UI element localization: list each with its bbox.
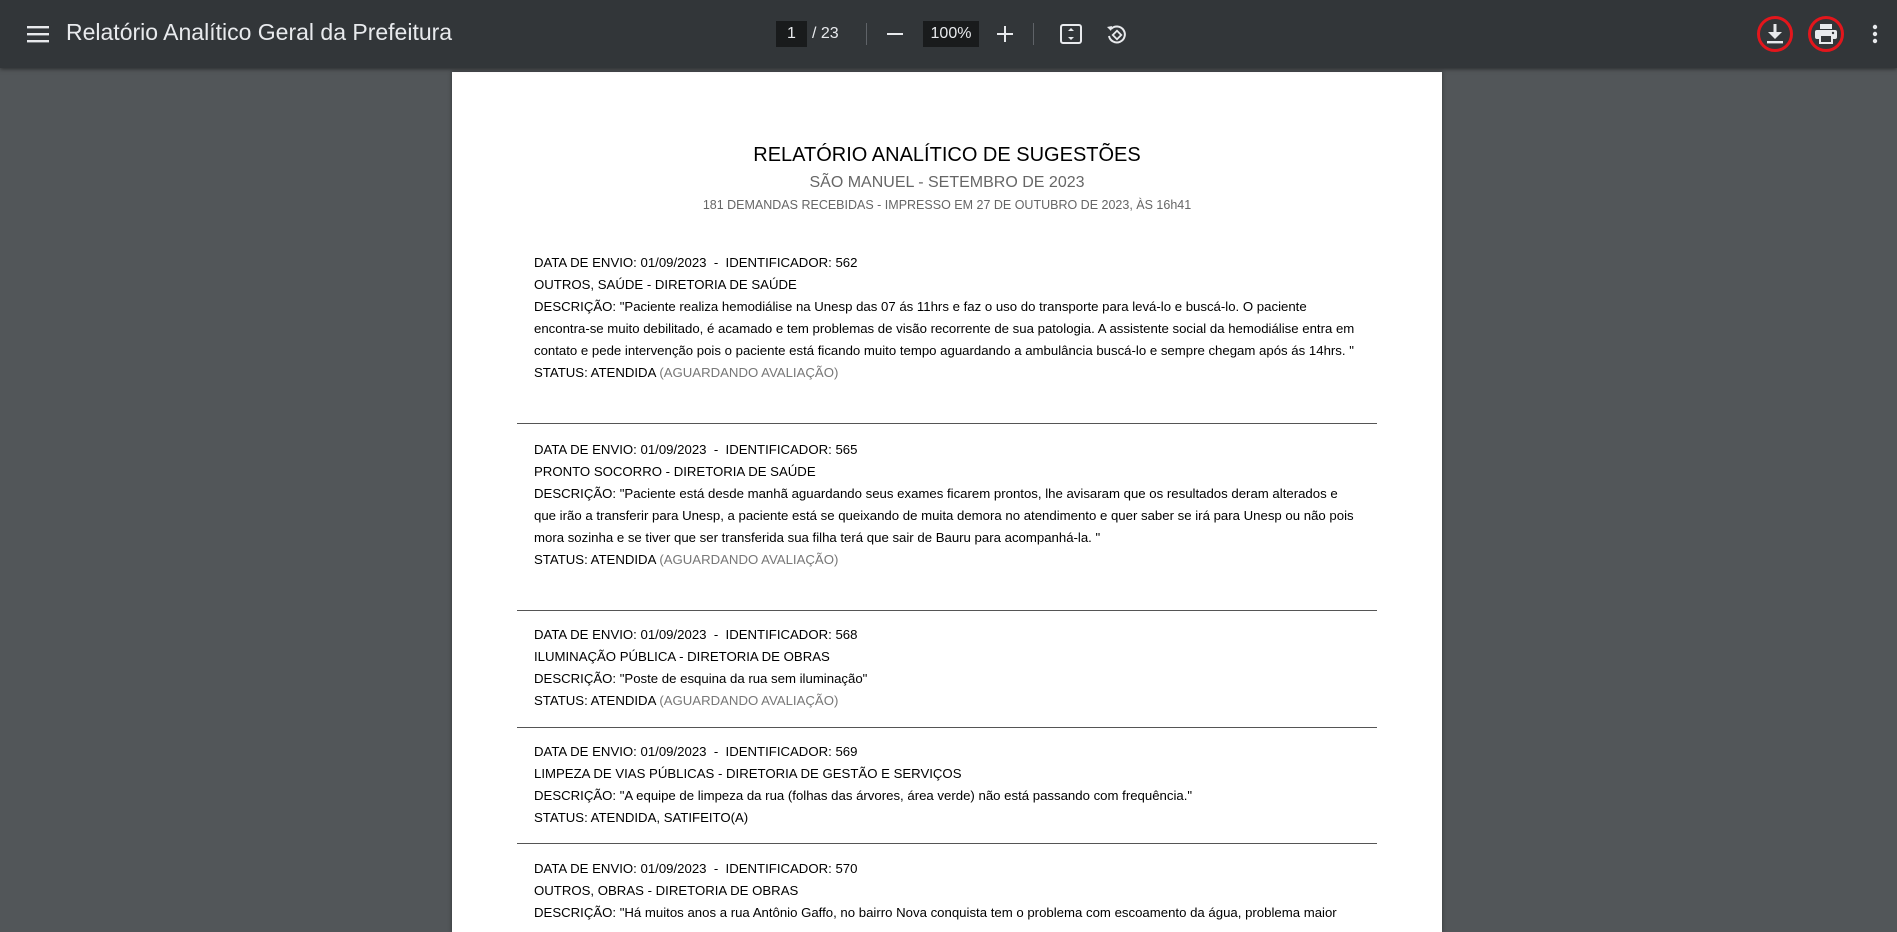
pdf-page: RELATÓRIO ANALÍTICO DE SUGESTÕES SÃO MAN…: [452, 72, 1442, 932]
entry-status-text: STATUS: ATENDIDA: [534, 552, 656, 567]
toolbar-divider: [866, 23, 867, 45]
toolbar-divider: [1033, 23, 1034, 45]
more-options-button[interactable]: [1859, 18, 1891, 50]
page-number-input[interactable]: 1: [776, 21, 807, 47]
entry-status: STATUS: ATENDIDA (AGUARDANDO AVALIAÇÃO): [534, 362, 1360, 384]
entry-description: DESCRIÇÃO: "Paciente realiza hemodiálise…: [534, 299, 1355, 358]
report-subtitle: SÃO MANUEL - SETEMBRO DE 2023: [809, 174, 1085, 191]
report-entry: DATA DE ENVIO: 01/09/2023 - IDENTIFICADO…: [534, 741, 1360, 829]
entry-status-text: STATUS: ATENDIDA, SATIFEITO(A): [534, 810, 749, 825]
entry-divider: [517, 610, 1377, 611]
entry-description: DESCRIÇÃO: "Poste de esquina da rua sem …: [534, 671, 868, 686]
pdf-toolbar: Relatório Analítico Geral da Prefeitura …: [0, 0, 1897, 68]
entry-status-text: STATUS: ATENDIDA: [534, 693, 656, 708]
rotate-button[interactable]: [1100, 18, 1132, 50]
menu-icon: [27, 26, 49, 43]
entry-status-note: (AGUARDANDO AVALIAÇÃO): [659, 693, 839, 708]
entry-category: OUTROS, OBRAS - DIRETORIA DE OBRAS: [534, 883, 799, 898]
print-icon: [1815, 24, 1837, 44]
entry-category: OUTROS, SAÚDE - DIRETORIA DE SAÚDE: [534, 277, 797, 292]
report-meta: 181 DEMANDAS RECEBIDAS - IMPRESSO EM 27 …: [702, 198, 1192, 212]
print-button[interactable]: [1808, 16, 1844, 52]
entry-header: DATA DE ENVIO: 01/09/2023 - IDENTIFICADO…: [534, 861, 858, 876]
page-total: / 23: [812, 25, 839, 42]
entry-status: STATUS: ATENDIDA (AGUARDANDO AVALIAÇÃO): [534, 690, 1360, 712]
entry-category: PRONTO SOCORRO - DIRETORIA DE SAÚDE: [534, 464, 816, 479]
more-vertical-icon: [1872, 24, 1878, 44]
entry-divider: [517, 843, 1377, 844]
entry-description: DESCRIÇÃO: "Paciente está desde manhã ag…: [534, 486, 1354, 545]
entry-header: DATA DE ENVIO: 01/09/2023 - IDENTIFICADO…: [534, 255, 858, 270]
zoom-level-input[interactable]: 100%: [923, 21, 979, 47]
entry-status: STATUS: ATENDIDA (AGUARDANDO AVALIAÇÃO): [534, 549, 1360, 571]
entry-status-note: (AGUARDANDO AVALIAÇÃO): [659, 552, 839, 567]
download-button[interactable]: [1757, 16, 1793, 52]
report-entry: DATA DE ENVIO: 01/09/2023 - IDENTIFICADO…: [534, 252, 1360, 384]
entry-category: ILUMINAÇÃO PÚBLICA - DIRETORIA DE OBRAS: [534, 649, 830, 664]
download-icon: [1767, 24, 1783, 44]
rotate-icon: [1107, 25, 1126, 44]
report-entry: DATA DE ENVIO: 01/09/2023 - IDENTIFICADO…: [534, 439, 1360, 571]
entry-divider: [517, 727, 1377, 728]
report-entry: DATA DE ENVIO: 01/09/2023 - IDENTIFICADO…: [534, 858, 1360, 924]
entry-status: STATUS: ATENDIDA, SATIFEITO(A): [534, 807, 1360, 829]
entry-description: DESCRIÇÃO: "A equipe de limpeza da rua (…: [534, 788, 1193, 803]
entry-divider: [517, 423, 1377, 424]
entry-header: DATA DE ENVIO: 01/09/2023 - IDENTIFICADO…: [534, 627, 858, 642]
report-title: RELATÓRIO ANALÍTICO DE SUGESTÕES: [753, 144, 1141, 166]
document-title: Relatório Analítico Geral da Prefeitura: [66, 19, 453, 45]
fit-page-button[interactable]: [1055, 18, 1087, 50]
minus-icon: [887, 33, 903, 35]
entry-status-note: (AGUARDANDO AVALIAÇÃO): [659, 365, 839, 380]
entry-header: DATA DE ENVIO: 01/09/2023 - IDENTIFICADO…: [534, 442, 858, 457]
zoom-out-button[interactable]: [879, 18, 911, 50]
report-entry: DATA DE ENVIO: 01/09/2023 - IDENTIFICADO…: [534, 624, 1360, 712]
plus-icon: [997, 26, 1013, 42]
entry-header: DATA DE ENVIO: 01/09/2023 - IDENTIFICADO…: [534, 744, 858, 759]
entry-category: LIMPEZA DE VIAS PÚBLICAS - DIRETORIA DE …: [534, 766, 962, 781]
entry-status-text: STATUS: ATENDIDA: [534, 365, 656, 380]
zoom-in-button[interactable]: [989, 18, 1021, 50]
menu-button[interactable]: [24, 20, 52, 48]
fit-page-icon: [1060, 24, 1082, 44]
